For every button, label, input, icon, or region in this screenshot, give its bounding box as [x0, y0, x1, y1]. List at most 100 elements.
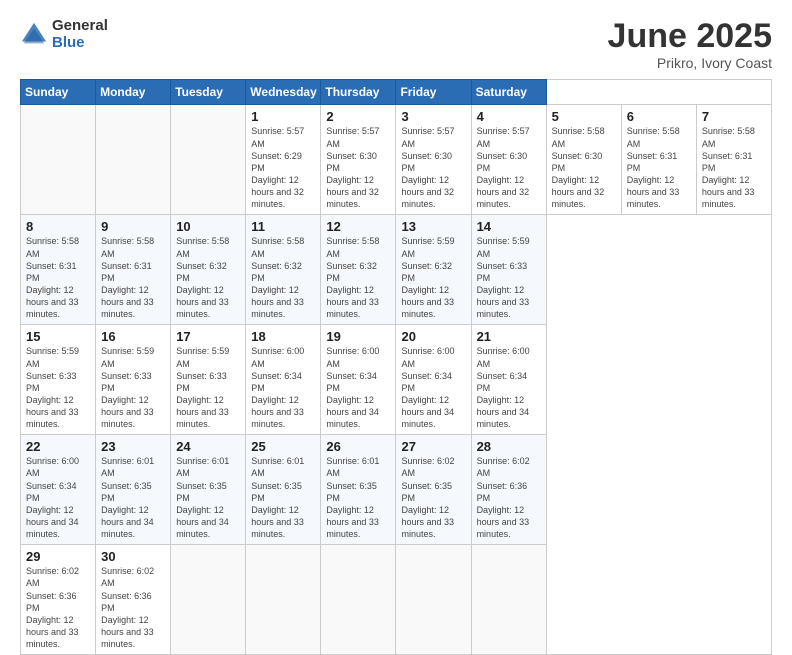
header-row: Sunday Monday Tuesday Wednesday Thursday… — [21, 80, 772, 105]
col-wednesday: Wednesday — [246, 80, 321, 105]
day-number: 19 — [326, 329, 390, 344]
col-saturday: Saturday — [471, 80, 546, 105]
day-number: 6 — [627, 109, 691, 124]
logo-text: General Blue — [52, 18, 108, 51]
table-cell — [321, 545, 396, 655]
table-cell: 10Sunrise: 5:58 AMSunset: 6:32 PMDayligh… — [171, 215, 246, 325]
calendar-table: Sunday Monday Tuesday Wednesday Thursday… — [20, 79, 772, 655]
day-number: 4 — [477, 109, 541, 124]
day-number: 8 — [26, 219, 90, 234]
day-number: 9 — [101, 219, 165, 234]
day-number: 3 — [401, 109, 465, 124]
day-number: 1 — [251, 109, 315, 124]
day-number: 12 — [326, 219, 390, 234]
title-section: June 2025 Prikro, Ivory Coast — [608, 18, 772, 71]
day-number: 30 — [101, 549, 165, 564]
table-cell: 1Sunrise: 5:57 AMSunset: 6:29 PMDaylight… — [246, 105, 321, 215]
month-title: June 2025 — [608, 18, 772, 55]
day-number: 13 — [401, 219, 465, 234]
table-cell: 24Sunrise: 6:01 AMSunset: 6:35 PMDayligh… — [171, 435, 246, 545]
day-number: 16 — [101, 329, 165, 344]
day-info: Sunrise: 6:00 AMSunset: 6:34 PMDaylight:… — [401, 345, 465, 430]
day-info: Sunrise: 5:58 AMSunset: 6:32 PMDaylight:… — [326, 235, 390, 320]
logo-blue-text: Blue — [52, 35, 108, 52]
table-cell: 7Sunrise: 5:58 AMSunset: 6:31 PMDaylight… — [696, 105, 771, 215]
day-number: 18 — [251, 329, 315, 344]
day-info: Sunrise: 5:58 AMSunset: 6:31 PMDaylight:… — [627, 125, 691, 210]
table-cell: 18Sunrise: 6:00 AMSunset: 6:34 PMDayligh… — [246, 325, 321, 435]
day-number: 22 — [26, 439, 90, 454]
col-thursday: Thursday — [321, 80, 396, 105]
day-info: Sunrise: 6:02 AMSunset: 6:36 PMDaylight:… — [26, 565, 90, 650]
table-cell: 28Sunrise: 6:02 AMSunset: 6:36 PMDayligh… — [471, 435, 546, 545]
table-cell: 19Sunrise: 6:00 AMSunset: 6:34 PMDayligh… — [321, 325, 396, 435]
col-monday: Monday — [96, 80, 171, 105]
day-info: Sunrise: 6:00 AMSunset: 6:34 PMDaylight:… — [326, 345, 390, 430]
top-section: General Blue June 2025 Prikro, Ivory Coa… — [20, 18, 772, 71]
table-cell: 17Sunrise: 5:59 AMSunset: 6:33 PMDayligh… — [171, 325, 246, 435]
calendar-header: Sunday Monday Tuesday Wednesday Thursday… — [21, 80, 772, 105]
table-cell: 14Sunrise: 5:59 AMSunset: 6:33 PMDayligh… — [471, 215, 546, 325]
day-info: Sunrise: 6:01 AMSunset: 6:35 PMDaylight:… — [176, 455, 240, 540]
day-info: Sunrise: 6:01 AMSunset: 6:35 PMDaylight:… — [251, 455, 315, 540]
table-cell: 20Sunrise: 6:00 AMSunset: 6:34 PMDayligh… — [396, 325, 471, 435]
day-number: 25 — [251, 439, 315, 454]
table-cell — [471, 545, 546, 655]
day-info: Sunrise: 6:00 AMSunset: 6:34 PMDaylight:… — [26, 455, 90, 540]
day-info: Sunrise: 5:59 AMSunset: 6:33 PMDaylight:… — [26, 345, 90, 430]
day-number: 23 — [101, 439, 165, 454]
day-info: Sunrise: 5:58 AMSunset: 6:31 PMDaylight:… — [101, 235, 165, 320]
day-info: Sunrise: 5:57 AMSunset: 6:29 PMDaylight:… — [251, 125, 315, 210]
day-number: 26 — [326, 439, 390, 454]
logo-icon — [20, 21, 48, 49]
day-number: 7 — [702, 109, 766, 124]
day-info: Sunrise: 6:02 AMSunset: 6:36 PMDaylight:… — [477, 455, 541, 540]
day-info: Sunrise: 6:01 AMSunset: 6:35 PMDaylight:… — [326, 455, 390, 540]
day-info: Sunrise: 6:01 AMSunset: 6:35 PMDaylight:… — [101, 455, 165, 540]
table-cell — [171, 545, 246, 655]
logo: General Blue — [20, 18, 108, 51]
table-cell: 12Sunrise: 5:58 AMSunset: 6:32 PMDayligh… — [321, 215, 396, 325]
day-number: 24 — [176, 439, 240, 454]
table-cell — [396, 545, 471, 655]
table-cell — [171, 105, 246, 215]
table-cell: 2Sunrise: 5:57 AMSunset: 6:30 PMDaylight… — [321, 105, 396, 215]
day-info: Sunrise: 5:59 AMSunset: 6:33 PMDaylight:… — [101, 345, 165, 430]
day-number: 10 — [176, 219, 240, 234]
day-info: Sunrise: 6:02 AMSunset: 6:35 PMDaylight:… — [401, 455, 465, 540]
table-cell: 29Sunrise: 6:02 AMSunset: 6:36 PMDayligh… — [21, 545, 96, 655]
col-friday: Friday — [396, 80, 471, 105]
table-cell: 3Sunrise: 5:57 AMSunset: 6:30 PMDaylight… — [396, 105, 471, 215]
day-info: Sunrise: 5:58 AMSunset: 6:30 PMDaylight:… — [552, 125, 616, 210]
table-cell: 4Sunrise: 5:57 AMSunset: 6:30 PMDaylight… — [471, 105, 546, 215]
day-info: Sunrise: 6:02 AMSunset: 6:36 PMDaylight:… — [101, 565, 165, 650]
day-info: Sunrise: 5:58 AMSunset: 6:31 PMDaylight:… — [26, 235, 90, 320]
table-cell: 23Sunrise: 6:01 AMSunset: 6:35 PMDayligh… — [96, 435, 171, 545]
table-cell: 9Sunrise: 5:58 AMSunset: 6:31 PMDaylight… — [96, 215, 171, 325]
table-cell: 25Sunrise: 6:01 AMSunset: 6:35 PMDayligh… — [246, 435, 321, 545]
day-number: 14 — [477, 219, 541, 234]
table-cell — [21, 105, 96, 215]
table-cell: 26Sunrise: 6:01 AMSunset: 6:35 PMDayligh… — [321, 435, 396, 545]
table-cell: 13Sunrise: 5:59 AMSunset: 6:32 PMDayligh… — [396, 215, 471, 325]
table-cell — [96, 105, 171, 215]
table-cell: 16Sunrise: 5:59 AMSunset: 6:33 PMDayligh… — [96, 325, 171, 435]
day-info: Sunrise: 5:59 AMSunset: 6:33 PMDaylight:… — [477, 235, 541, 320]
table-cell: 30Sunrise: 6:02 AMSunset: 6:36 PMDayligh… — [96, 545, 171, 655]
day-info: Sunrise: 5:58 AMSunset: 6:32 PMDaylight:… — [176, 235, 240, 320]
location: Prikro, Ivory Coast — [608, 55, 772, 71]
day-info: Sunrise: 5:57 AMSunset: 6:30 PMDaylight:… — [326, 125, 390, 210]
day-info: Sunrise: 5:57 AMSunset: 6:30 PMDaylight:… — [477, 125, 541, 210]
day-number: 29 — [26, 549, 90, 564]
col-sunday: Sunday — [21, 80, 96, 105]
day-number: 15 — [26, 329, 90, 344]
table-cell: 22Sunrise: 6:00 AMSunset: 6:34 PMDayligh… — [21, 435, 96, 545]
day-info: Sunrise: 5:58 AMSunset: 6:32 PMDaylight:… — [251, 235, 315, 320]
day-info: Sunrise: 5:57 AMSunset: 6:30 PMDaylight:… — [401, 125, 465, 210]
day-number: 27 — [401, 439, 465, 454]
table-cell: 5Sunrise: 5:58 AMSunset: 6:30 PMDaylight… — [546, 105, 621, 215]
day-number: 20 — [401, 329, 465, 344]
table-cell: 27Sunrise: 6:02 AMSunset: 6:35 PMDayligh… — [396, 435, 471, 545]
logo-general-text: General — [52, 18, 108, 35]
table-cell: 21Sunrise: 6:00 AMSunset: 6:34 PMDayligh… — [471, 325, 546, 435]
